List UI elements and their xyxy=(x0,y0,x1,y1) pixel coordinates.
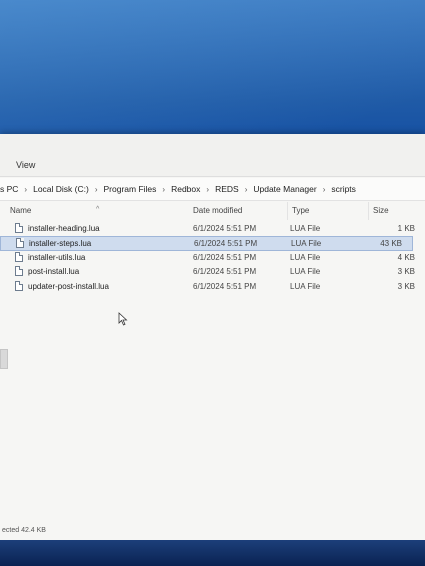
address-bar[interactable]: s PC › Local Disk (C:) › Program Files ›… xyxy=(0,178,425,201)
status-selected-size: ected 42.4 KB xyxy=(2,527,46,534)
file-size: 3 KB xyxy=(397,281,415,291)
file-date: 6/1/2024 5:51 PM xyxy=(193,252,257,262)
chevron-right-icon: › xyxy=(24,184,28,194)
file-size: 43 KB xyxy=(380,239,402,249)
taskbar xyxy=(0,540,425,566)
chevron-right-icon: › xyxy=(206,184,210,194)
file-icon xyxy=(15,223,23,233)
file-size: 4 KB xyxy=(397,252,415,262)
file-icon xyxy=(15,280,23,291)
column-name[interactable]: Name xyxy=(10,206,31,215)
sort-ascending-icon: ^ xyxy=(96,206,100,213)
file-name: updater-post-install.lua xyxy=(28,281,109,291)
column-divider[interactable] xyxy=(368,202,369,220)
file-name: post-install.lua xyxy=(28,267,80,277)
file-icon xyxy=(15,251,23,262)
breadcrumb-scripts[interactable]: scripts xyxy=(331,184,356,194)
chevron-right-icon: › xyxy=(322,184,326,194)
column-size[interactable]: Size xyxy=(373,206,389,215)
file-size: 1 KB xyxy=(397,224,415,233)
file-icon xyxy=(16,238,24,249)
status-bar: ected 42.4 KB xyxy=(0,524,425,540)
file-date: 6/1/2024 5:51 PM xyxy=(193,281,257,291)
breadcrumb-this-pc[interactable]: s PC xyxy=(0,184,18,194)
chevron-right-icon: › xyxy=(94,184,98,194)
file-list: installer-heading.lua 6/1/2024 5:51 PM L… xyxy=(0,222,425,294)
column-divider[interactable] xyxy=(287,202,288,220)
file-row[interactable]: installer-heading.lua 6/1/2024 5:51 PM L… xyxy=(0,222,425,236)
file-date: 6/1/2024 5:51 PM xyxy=(193,224,257,233)
file-date: 6/1/2024 5:51 PM xyxy=(194,239,258,249)
file-row[interactable]: updater-post-install.lua 6/1/2024 5:51 P… xyxy=(0,280,425,294)
file-size: 3 KB xyxy=(397,267,415,277)
chevron-right-icon: › xyxy=(162,184,166,194)
menu-view[interactable]: View xyxy=(16,160,35,170)
file-row-selected[interactable]: installer-steps.lua 6/1/2024 5:51 PM LUA… xyxy=(0,236,413,251)
breadcrumb-program-files[interactable]: Program Files xyxy=(104,184,157,194)
file-icon xyxy=(15,266,23,277)
breadcrumb-redbox[interactable]: Redbox xyxy=(171,184,200,194)
file-type: LUA File xyxy=(291,239,322,249)
file-date: 6/1/2024 5:51 PM xyxy=(193,267,257,277)
file-row[interactable]: installer-utils.lua 6/1/2024 5:51 PM LUA… xyxy=(0,251,425,265)
file-row[interactable]: post-install.lua 6/1/2024 5:51 PM LUA Fi… xyxy=(0,265,425,279)
column-header: ^ Name Date modified Type Size xyxy=(0,202,425,220)
breadcrumb-reds[interactable]: REDS xyxy=(215,184,239,194)
file-type: LUA File xyxy=(290,224,321,233)
file-name: installer-heading.lua xyxy=(28,224,100,233)
column-date-modified[interactable]: Date modified xyxy=(193,206,242,215)
chevron-right-icon: › xyxy=(244,184,248,194)
breadcrumb-update-manager[interactable]: Update Manager xyxy=(253,184,316,194)
scrollbar-thumb[interactable] xyxy=(0,349,8,369)
file-explorer-window: View s PC › Local Disk (C:) › Program Fi… xyxy=(0,134,425,540)
file-type: LUA File xyxy=(290,252,321,262)
breadcrumb-local-disk[interactable]: Local Disk (C:) xyxy=(33,184,89,194)
file-name: installer-utils.lua xyxy=(28,252,86,262)
file-name: installer-steps.lua xyxy=(29,239,92,249)
menu-bar: View xyxy=(0,134,425,177)
column-type[interactable]: Type xyxy=(292,206,309,215)
file-type: LUA File xyxy=(290,267,321,277)
file-type: LUA File xyxy=(290,281,321,291)
